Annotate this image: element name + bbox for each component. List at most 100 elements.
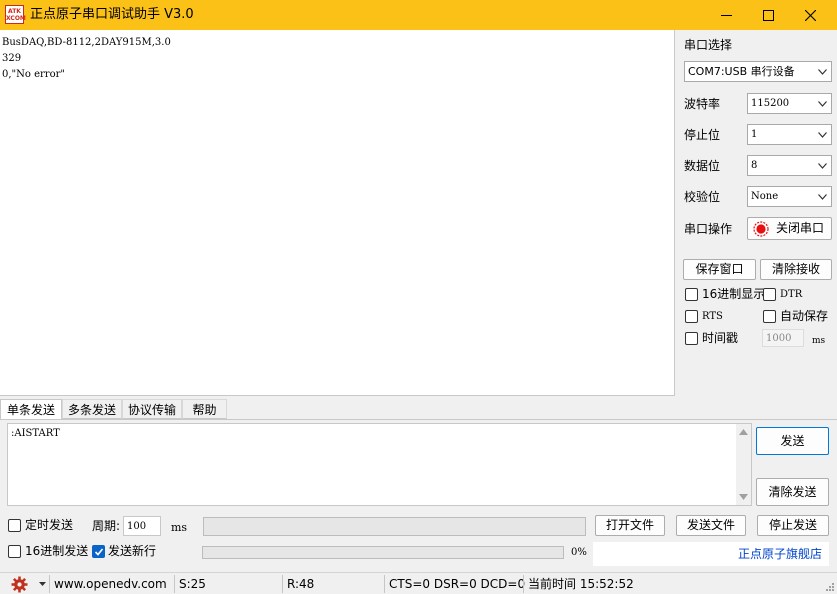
minimize-icon bbox=[721, 15, 732, 16]
minimize-button[interactable] bbox=[705, 0, 747, 30]
port-combo[interactable]: COM7:USB 串行设备 bbox=[684, 61, 832, 82]
receive-line: 329 bbox=[2, 53, 22, 64]
period-unit: ms bbox=[171, 521, 188, 534]
store-link[interactable]: 正点原子旗舰店 bbox=[738, 547, 822, 562]
send-button[interactable]: 发送 bbox=[756, 427, 829, 455]
logo-text-top: ATK bbox=[8, 8, 21, 15]
rts-checkbox[interactable] bbox=[685, 310, 698, 323]
receive-line: BusDAQ,BD-8112,2DAY915M,3.0 bbox=[2, 37, 171, 48]
gear-icon[interactable] bbox=[11, 576, 28, 593]
resize-grip-icon[interactable] bbox=[825, 582, 835, 592]
close-port-label: 关闭串口 bbox=[776, 221, 825, 235]
stop-send-label: 停止发送 bbox=[768, 518, 817, 532]
stop-send-button[interactable]: 停止发送 bbox=[757, 515, 829, 536]
chevron-down-icon bbox=[818, 132, 827, 138]
open-file-button[interactable]: 打开文件 bbox=[595, 515, 665, 536]
clear-receive-label: 清除接收 bbox=[771, 262, 820, 276]
period-value: 100 bbox=[127, 521, 147, 532]
chevron-down-icon bbox=[818, 69, 827, 75]
scroll-up-icon bbox=[739, 429, 748, 435]
auto-save-checkbox[interactable] bbox=[763, 310, 776, 323]
save-window-label: 保存窗口 bbox=[695, 262, 744, 276]
period-field[interactable]: 100 bbox=[123, 516, 161, 536]
stop-bits-combo[interactable]: 1 bbox=[747, 124, 832, 145]
timestamp-interval-field[interactable]: 1000 bbox=[762, 329, 804, 347]
data-bits-value: 8 bbox=[751, 160, 758, 171]
status-sent-count: S:25 bbox=[174, 575, 278, 593]
tab-help[interactable]: 帮助 bbox=[182, 399, 227, 419]
tab-single-send[interactable]: 单条发送 bbox=[0, 399, 62, 420]
send-file-button[interactable]: 发送文件 bbox=[676, 515, 746, 536]
timestamp-label: 时间戳 bbox=[702, 331, 739, 345]
hex-send-checkbox[interactable] bbox=[8, 545, 21, 558]
baud-combo[interactable]: 115200 bbox=[747, 93, 832, 114]
hex-display-label: 16进制显示 bbox=[702, 287, 766, 301]
timestamp-interval-value: 1000 bbox=[766, 333, 792, 344]
dtr-label: DTR bbox=[780, 289, 803, 300]
open-file-label: 打开文件 bbox=[605, 518, 654, 532]
settings-dropdown-icon[interactable] bbox=[39, 582, 46, 586]
receive-area[interactable]: BusDAQ,BD-8112,2DAY915M,3.0 329 0,"No er… bbox=[0, 30, 675, 396]
timed-send-label: 定时发送 bbox=[25, 518, 74, 532]
status-signals: CTS=0 DSR=0 DCD=0 bbox=[384, 575, 525, 593]
clear-send-button[interactable]: 清除发送 bbox=[756, 478, 829, 506]
rts-label: RTS bbox=[702, 311, 723, 322]
port-select-label: 串口选择 bbox=[684, 38, 733, 52]
file-path-field[interactable] bbox=[203, 517, 586, 536]
scroll-down-icon bbox=[739, 494, 748, 500]
clear-send-label: 清除发送 bbox=[768, 485, 817, 499]
port-value: COM7:USB 串行设备 bbox=[688, 65, 795, 78]
maximize-button[interactable] bbox=[747, 0, 789, 30]
hex-display-checkbox[interactable] bbox=[685, 288, 698, 301]
title-bar: ATK XCOM 正点原子串口调试助手 V3.0 bbox=[0, 0, 837, 30]
chevron-down-icon bbox=[818, 101, 827, 107]
store-link-panel: 正点原子旗舰店 bbox=[593, 542, 829, 566]
timed-send-checkbox[interactable] bbox=[8, 519, 21, 532]
tab-protocol[interactable]: 协议传输 bbox=[122, 399, 182, 419]
dtr-checkbox[interactable] bbox=[763, 288, 776, 301]
maximize-icon bbox=[763, 10, 774, 21]
port-operation-label: 串口操作 bbox=[684, 222, 733, 236]
send-label: 发送 bbox=[780, 434, 805, 448]
timestamp-unit: ms bbox=[812, 336, 826, 346]
send-text: :AISTART bbox=[11, 428, 60, 439]
tab-multi-send[interactable]: 多条发送 bbox=[62, 399, 122, 419]
receive-line: 0,"No error" bbox=[2, 69, 65, 80]
parity-combo[interactable]: None bbox=[747, 186, 832, 207]
indicator-icon bbox=[753, 221, 769, 237]
hex-send-label: 16进制发送 bbox=[25, 544, 89, 558]
status-website[interactable]: www.openedv.com bbox=[49, 575, 169, 593]
app-logo: ATK XCOM bbox=[5, 5, 26, 24]
stop-bits-value: 1 bbox=[751, 129, 758, 140]
send-file-label: 发送文件 bbox=[686, 518, 735, 532]
status-bar: www.openedv.com S:25 R:48 CTS=0 DSR=0 DC… bbox=[0, 572, 837, 594]
send-progress-text: 0% bbox=[571, 547, 587, 558]
data-bits-combo[interactable]: 8 bbox=[747, 155, 832, 176]
save-window-button[interactable]: 保存窗口 bbox=[683, 259, 756, 280]
data-bits-label: 数据位 bbox=[684, 159, 721, 173]
window-title: 正点原子串口调试助手 V3.0 bbox=[30, 7, 194, 22]
baud-label: 波特率 bbox=[684, 97, 721, 111]
send-scrollbar[interactable] bbox=[736, 424, 751, 505]
chevron-down-icon bbox=[818, 194, 827, 200]
parity-label: 校验位 bbox=[684, 190, 721, 204]
close-button[interactable] bbox=[789, 0, 831, 30]
send-progress-bar bbox=[202, 546, 564, 559]
status-received-count: R:48 bbox=[282, 575, 382, 593]
tab-divider bbox=[0, 419, 837, 420]
timestamp-checkbox[interactable] bbox=[685, 332, 698, 345]
parity-value: None bbox=[751, 191, 779, 202]
close-port-button[interactable]: 关闭串口 bbox=[747, 217, 832, 240]
auto-save-label: 自动保存 bbox=[780, 309, 829, 323]
clear-receive-button[interactable]: 清除接收 bbox=[760, 259, 832, 280]
status-time: 当前时间 15:52:52 bbox=[523, 575, 663, 593]
period-label: 周期: bbox=[92, 519, 121, 533]
send-input[interactable]: :AISTART bbox=[7, 423, 752, 506]
stop-bits-label: 停止位 bbox=[684, 128, 721, 142]
send-newline-checkbox[interactable] bbox=[92, 545, 105, 558]
send-newline-label: 发送新行 bbox=[108, 544, 157, 558]
chevron-down-icon bbox=[818, 163, 827, 169]
close-icon bbox=[805, 10, 816, 21]
baud-value: 115200 bbox=[751, 98, 790, 109]
checkmark-icon bbox=[94, 548, 104, 556]
